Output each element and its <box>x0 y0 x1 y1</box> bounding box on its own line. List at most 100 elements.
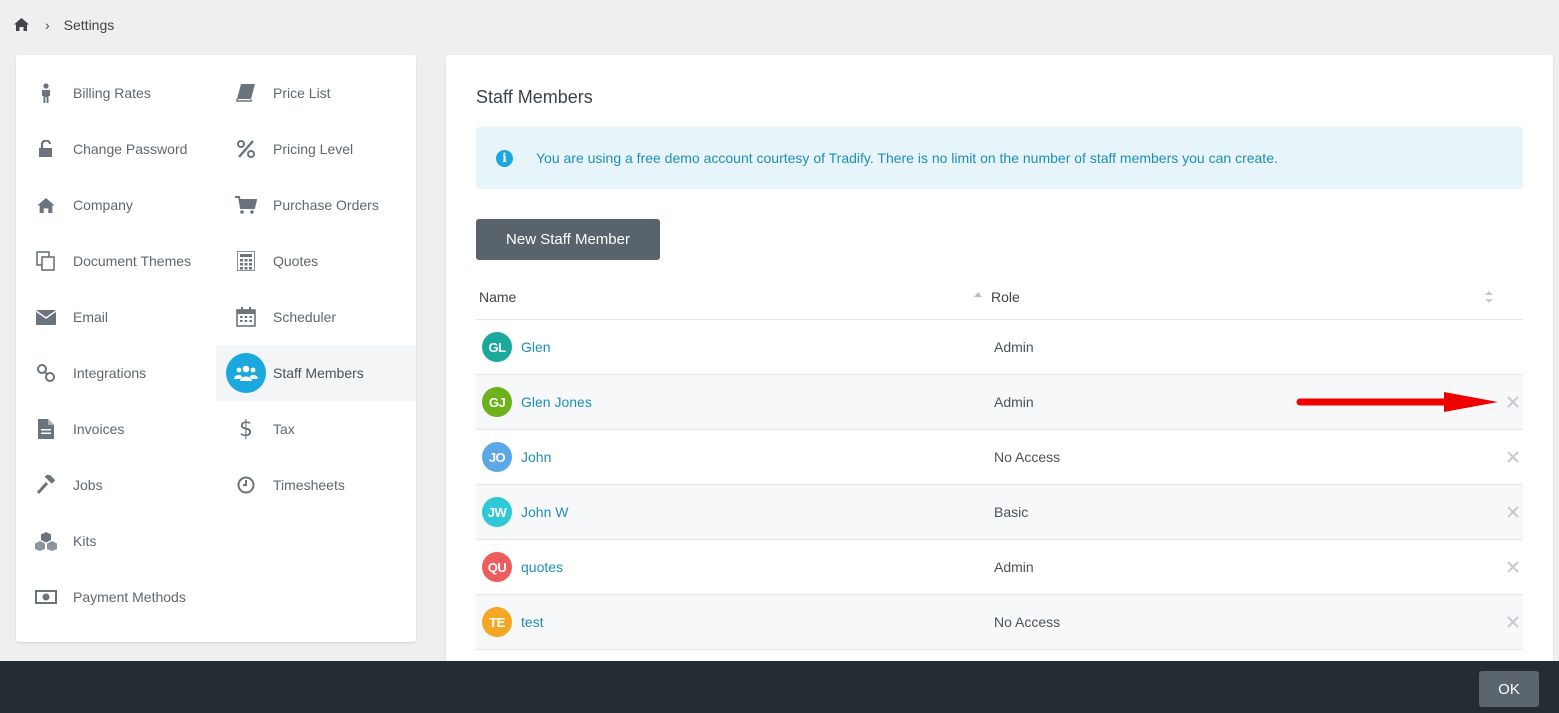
sidebar-item-label: Tax <box>273 421 295 437</box>
avatar: GJ <box>482 387 512 417</box>
sidebar-item-label: Integrations <box>73 365 147 381</box>
sidebar-item-label: Staff Members <box>273 365 364 381</box>
cubes-icon <box>34 529 58 553</box>
sidebar-item-label: Email <box>73 309 109 325</box>
sidebar-item-pricing-level[interactable]: Pricing Level <box>216 121 416 177</box>
sidebar-item-label: Company <box>73 197 133 213</box>
info-icon: i <box>496 149 513 167</box>
sidebar-column-left: Billing Rates Change Password Company Do… <box>16 65 216 625</box>
column-header-role[interactable]: Role <box>991 289 1020 305</box>
sidebar-item-label: Document Themes <box>73 253 192 269</box>
staff-name-link[interactable]: Glen Jones <box>521 394 592 410</box>
sidebar-item-email[interactable]: Email <box>16 289 216 345</box>
staff-role: Admin <box>994 394 1034 410</box>
sidebar-item-timesheets[interactable]: Timesheets <box>216 457 416 513</box>
table-row[interactable]: JW John W Basic <box>476 485 1523 540</box>
table-row[interactable]: TE test No Access <box>476 595 1523 650</box>
staff-role: Basic <box>994 504 1029 520</box>
delete-icon[interactable] <box>1506 560 1520 574</box>
delete-icon[interactable] <box>1506 450 1520 464</box>
delete-icon[interactable] <box>1506 505 1520 519</box>
calculator-icon <box>234 249 258 273</box>
settings-sidebar: Billing Rates Change Password Company Do… <box>16 55 416 642</box>
hammer-icon <box>34 473 58 497</box>
breadcrumb: › Settings <box>14 14 114 36</box>
delete-icon[interactable] <box>1506 395 1520 409</box>
sidebar-item-label: Price List <box>273 85 331 101</box>
sidebar-item-quotes[interactable]: Quotes <box>216 233 416 289</box>
money-icon <box>34 585 58 609</box>
sidebar-item-label: Timesheets <box>273 477 345 493</box>
delete-icon[interactable] <box>1506 615 1520 629</box>
home-icon <box>34 193 58 217</box>
sidebar-item-integrations[interactable]: Integrations <box>16 345 216 401</box>
sidebar-item-purchase-orders[interactable]: Purchase Orders <box>216 177 416 233</box>
chevron-right-icon: › <box>45 17 50 33</box>
clock-icon <box>234 473 258 497</box>
envelope-icon <box>34 305 58 329</box>
staff-role: Admin <box>994 339 1034 355</box>
book-icon <box>234 81 258 105</box>
staff-name-link[interactable]: Glen <box>521 339 551 355</box>
table-row[interactable]: GL Glen Admin <box>476 320 1523 375</box>
sidebar-item-document-themes[interactable]: Document Themes <box>16 233 216 289</box>
info-banner: i You are using a free demo account cour… <box>476 127 1523 189</box>
sidebar-item-label: Payment Methods <box>73 589 186 605</box>
file-icon <box>34 417 58 441</box>
sidebar-item-invoices[interactable]: Invoices <box>16 401 216 457</box>
sidebar-column-right: Price List Pricing Level Purchase Orders… <box>216 65 416 513</box>
sidebar-item-company[interactable]: Company <box>16 177 216 233</box>
sidebar-item-label: Kits <box>73 533 97 549</box>
new-staff-member-button[interactable]: New Staff Member <box>476 219 660 260</box>
sidebar-item-change-password[interactable]: Change Password <box>16 121 216 177</box>
users-icon <box>226 353 266 393</box>
sidebar-item-billing-rates[interactable]: Billing Rates <box>16 65 216 121</box>
table-row[interactable]: JO John No Access <box>476 430 1523 485</box>
home-icon[interactable] <box>14 18 31 32</box>
table-header: Name Role <box>476 274 1523 320</box>
breadcrumb-current: Settings <box>63 17 115 33</box>
annotation-arrow-icon <box>1296 392 1498 412</box>
avatar: QU <box>482 552 512 582</box>
sidebar-item-tax[interactable]: $ Tax <box>216 401 416 457</box>
unlock-icon <box>34 137 58 161</box>
sidebar-item-label: Pricing Level <box>273 141 354 157</box>
staff-name-link[interactable]: quotes <box>521 559 563 575</box>
sidebar-item-kits[interactable]: Kits <box>16 513 216 569</box>
avatar: GL <box>482 332 512 362</box>
sidebar-item-jobs[interactable]: Jobs <box>16 457 216 513</box>
staff-table: Name Role GL Glen Admin GJ Glen Jones Ad… <box>476 274 1523 650</box>
table-row[interactable]: QU quotes Admin <box>476 540 1523 595</box>
sidebar-item-payment-methods[interactable]: Payment Methods <box>16 569 216 625</box>
avatar: TE <box>482 607 512 637</box>
staff-role: No Access <box>994 614 1061 630</box>
staff-role: No Access <box>994 449 1061 465</box>
sidebar-item-label: Scheduler <box>273 309 337 325</box>
sidebar-item-label: Billing Rates <box>73 85 151 101</box>
staff-name-link[interactable]: John W <box>521 504 568 520</box>
avatar: JO <box>482 442 512 472</box>
footer-bar: OK <box>0 661 1559 713</box>
info-text: You are using a free demo account courte… <box>536 150 1278 166</box>
sidebar-item-scheduler[interactable]: Scheduler <box>216 289 416 345</box>
sidebar-item-label: Change Password <box>73 141 188 157</box>
staff-name-link[interactable]: John <box>521 449 551 465</box>
percent-icon <box>234 137 258 161</box>
dollar-icon: $ <box>239 416 253 442</box>
copy-icon <box>34 249 58 273</box>
page-title: Staff Members <box>476 87 593 107</box>
sort-asc-icon[interactable] <box>974 292 982 297</box>
main-panel: Staff Members i You are using a free dem… <box>446 55 1553 675</box>
sort-icon[interactable] <box>1484 289 1494 305</box>
sidebar-item-label: Quotes <box>273 253 319 269</box>
link-icon <box>34 361 58 385</box>
staff-role: Admin <box>994 559 1034 575</box>
sidebar-item-price-list[interactable]: Price List <box>216 65 416 121</box>
column-header-name[interactable]: Name <box>479 289 516 305</box>
sidebar-item-staff-members[interactable]: Staff Members <box>216 345 416 401</box>
avatar: JW <box>482 497 512 527</box>
cart-icon <box>234 193 258 217</box>
ok-button[interactable]: OK <box>1479 671 1539 707</box>
staff-name-link[interactable]: test <box>521 614 544 630</box>
sidebar-item-label: Purchase Orders <box>273 197 379 213</box>
